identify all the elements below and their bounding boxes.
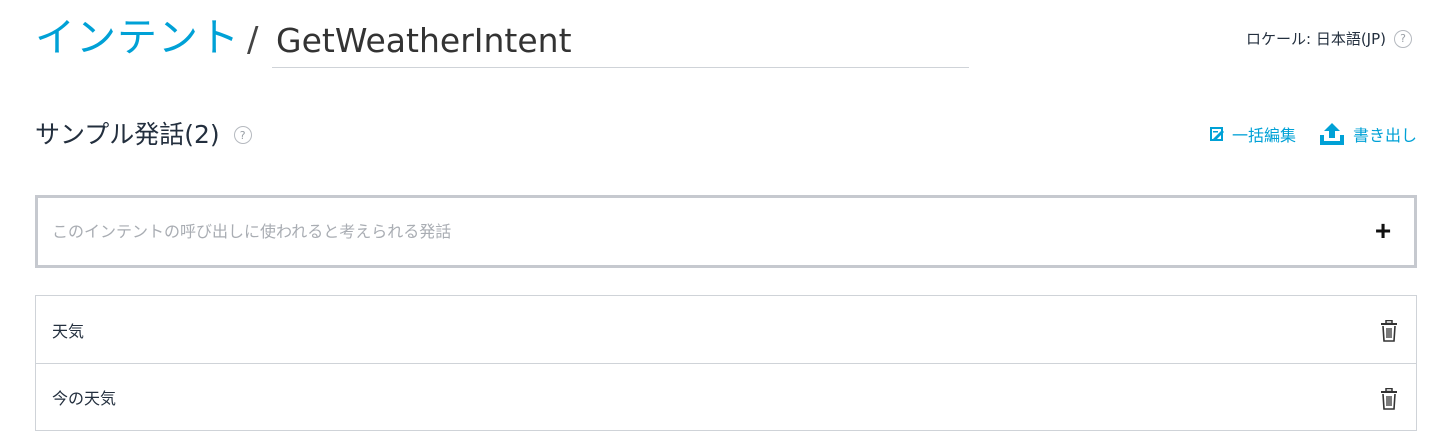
list-item[interactable]: 今の天気 [36, 363, 1416, 430]
locale-indicator: ロケール: 日本語(JP) ? [1246, 28, 1412, 49]
add-utterance-box: + [35, 195, 1417, 268]
sample-utterances-header: サンプル発話(2) ? 一括編集 書き出し [35, 115, 1420, 155]
trash-icon[interactable] [1380, 320, 1398, 342]
bulk-edit-button[interactable]: 一括編集 [1209, 122, 1296, 146]
help-circle-icon[interactable]: ? [1394, 29, 1412, 48]
add-utterance-button[interactable]: + [1368, 216, 1398, 246]
upload-icon [1319, 123, 1344, 145]
intent-name-input[interactable] [272, 14, 969, 68]
export-button[interactable]: 書き出し [1318, 121, 1417, 147]
section-title: サンプル発話(2) ? [35, 115, 252, 155]
utterance-input[interactable] [52, 198, 1352, 265]
sample-utterances-title: サンプル発話(2) [35, 120, 220, 149]
utterance-text: 天気 [52, 321, 85, 341]
bulk-edit-label: 一括編集 [1231, 126, 1296, 145]
bulk-edit-icon [1209, 127, 1224, 141]
export-label: 書き出し [1352, 126, 1417, 145]
breadcrumb-intents-link[interactable]: インテント [35, 12, 240, 64]
help-circle-icon[interactable]: ? [233, 126, 252, 144]
trash-icon[interactable] [1380, 388, 1398, 410]
utterance-list: 天気 今の天気 [35, 295, 1417, 431]
locale-label: ロケール: 日本語(JP) [1246, 30, 1386, 48]
page-header: インテント / ロケール: 日本語(JP) ? [35, 10, 1420, 70]
list-item[interactable]: 天気 [36, 296, 1416, 363]
utterance-text: 今の天気 [52, 389, 117, 408]
breadcrumb-separator: / [247, 20, 259, 60]
section-actions: 一括編集 書き出し [1209, 121, 1417, 147]
